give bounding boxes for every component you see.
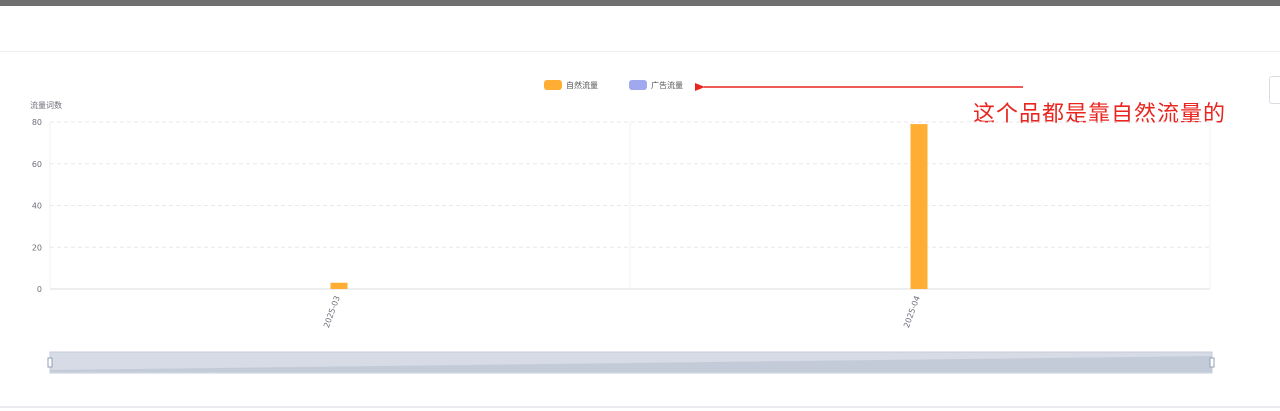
y-axis-label: 流量词数 <box>30 100 62 110</box>
x-tick-label: 2025-03 <box>322 295 342 329</box>
bar-organic[interactable] <box>910 124 928 290</box>
data-zoom-right-handle[interactable] <box>1209 357 1215 368</box>
data-zoom-left-handle[interactable] <box>47 357 53 368</box>
bar-layer <box>330 124 928 290</box>
grid-layer <box>49 121 1211 290</box>
tick-layer: 0 20 40 60 80 2025-03 2025-04 <box>32 118 922 329</box>
y-tick-label: 0 <box>37 285 42 294</box>
data-zoom-slider[interactable] <box>47 351 1215 374</box>
y-tick-label: 20 <box>32 243 42 252</box>
bottom-divider <box>0 406 1280 408</box>
y-tick-label: 60 <box>32 160 42 169</box>
bar-organic[interactable] <box>330 282 348 289</box>
bar-chart: 流量词数 0 20 40 60 80 2025-03 2025-04 <box>30 83 1215 374</box>
y-tick-label: 80 <box>32 118 42 127</box>
y-tick-label: 40 <box>32 202 42 211</box>
x-tick-label: 2025-04 <box>902 295 922 329</box>
